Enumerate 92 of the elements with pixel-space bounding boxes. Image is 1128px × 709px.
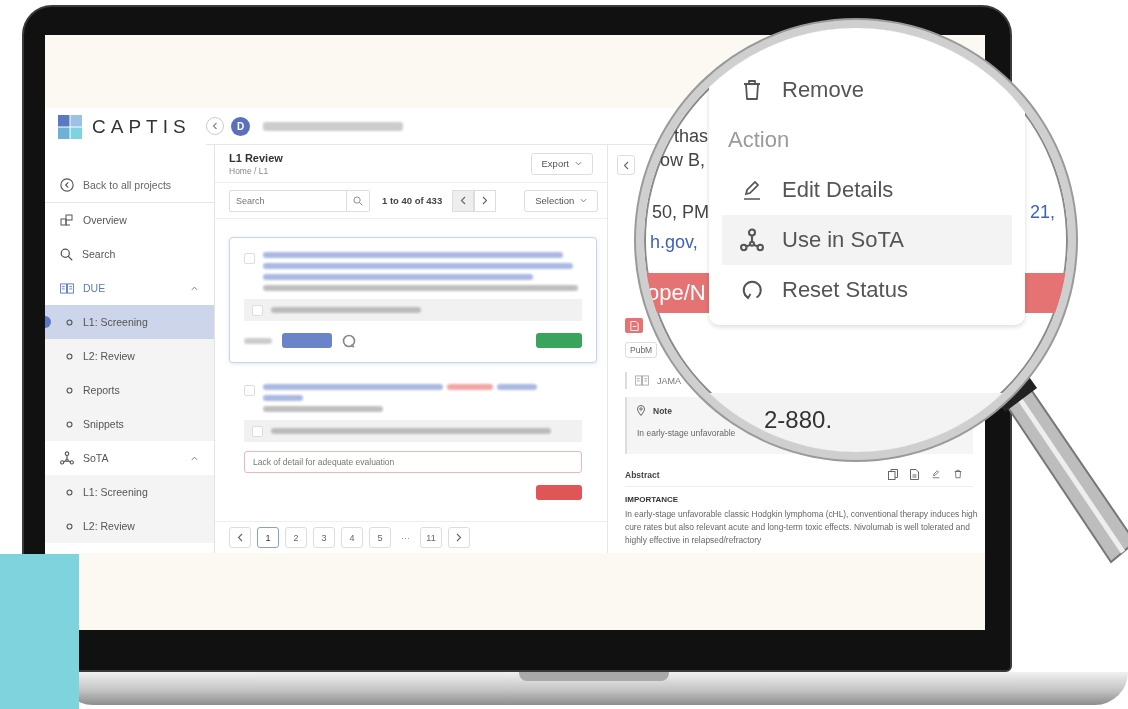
chevron-left-icon	[623, 160, 629, 170]
menu-section-header: Action	[727, 126, 791, 154]
nav-item[interactable]: L2: Review	[45, 339, 214, 373]
previous-button[interactable]	[452, 189, 475, 212]
page-ellipsis: ···	[400, 532, 411, 543]
status-badge[interactable]	[536, 333, 582, 348]
copy-icon	[888, 469, 898, 480]
nav-item[interactable]: Search	[45, 237, 214, 271]
back-button[interactable]	[617, 155, 635, 175]
tag-badge	[282, 333, 332, 348]
chevron-left-icon	[211, 122, 219, 130]
abstract-text: In early-stage unfavorable classic Hodgkin lymphoma (cHL), conventional therapy induces high cure rates but also relevant acute and long-term toxic effects. Nivolumab is well tolerated and highly effective in relapsed/refractory	[625, 508, 979, 547]
chevron-right-icon	[456, 533, 462, 542]
open-book-icon	[635, 375, 649, 386]
nav-item[interactable]: Reports	[45, 373, 214, 407]
checkbox[interactable]	[252, 426, 263, 437]
open-book-icon	[60, 282, 74, 294]
grid-icon	[60, 214, 74, 226]
nav-section[interactable]: SoTA	[45, 441, 214, 475]
abstract-label: Abstract	[625, 469, 660, 480]
selection-button[interactable]: Selection	[524, 189, 599, 212]
back-link[interactable]: Back to all projects	[45, 167, 214, 203]
chevron-down-icon	[580, 198, 588, 203]
checkbox[interactable]	[252, 305, 263, 316]
trash-icon	[953, 469, 963, 479]
nav-item[interactable]: Snippets	[45, 407, 214, 441]
magnified-text: thas	[674, 125, 709, 148]
bullet-icon	[66, 522, 73, 530]
blurred-text	[447, 384, 493, 390]
bullet-icon	[66, 318, 73, 326]
magnified-text: 50, PM	[652, 201, 710, 224]
search-field[interactable]: Search	[229, 189, 347, 212]
bullet-icon	[66, 488, 73, 496]
user-avatar[interactable]: D	[231, 116, 250, 136]
magnified-text: ow B,	[660, 149, 706, 172]
chevron-left-icon	[237, 533, 243, 542]
nav-item[interactable]: Overview	[45, 203, 214, 237]
status-badge[interactable]	[536, 485, 582, 500]
search-icon	[60, 247, 73, 261]
search-button[interactable]	[347, 189, 370, 212]
logo-text: CAPTIS	[92, 115, 191, 138]
page-button[interactable]: 5	[369, 527, 391, 548]
previous-page-button[interactable]	[229, 527, 251, 548]
breadcrumb: Home / L1	[229, 165, 270, 176]
menu-item[interactable]: Use in SoTA	[722, 215, 1012, 265]
bullet-icon	[66, 386, 73, 394]
nav-item[interactable]: L1: Screening	[45, 475, 214, 509]
next-page-button[interactable]	[448, 527, 470, 548]
document-icon	[629, 320, 639, 331]
bullet-icon	[66, 352, 73, 360]
pencil-icon	[931, 469, 941, 479]
record-card[interactable]	[229, 237, 597, 363]
chevron-down-icon	[575, 161, 582, 166]
checkbox[interactable]	[244, 385, 255, 396]
chevron-up-icon	[191, 455, 198, 461]
logo-icon	[58, 114, 82, 139]
chevron-up-icon	[191, 285, 198, 291]
note-text: In early-stage unfavorable	[637, 428, 736, 438]
page-button[interactable]: 1	[257, 527, 279, 548]
location-pin-icon	[637, 405, 645, 416]
page-button[interactable]: 2	[285, 527, 307, 548]
page-button[interactable]: 4	[341, 527, 363, 548]
nav-section[interactable]: DUE	[45, 271, 214, 305]
blurred-text	[263, 395, 303, 401]
refresh-icon	[740, 278, 764, 302]
menu-item[interactable]: Edit Details	[722, 165, 1012, 215]
note-label: Note	[653, 405, 672, 416]
comment-text: Lack of detail for adequate evaluation	[244, 451, 582, 473]
result-range: 1 to 40 of 433	[382, 195, 443, 206]
blurred-text	[497, 384, 537, 390]
blurred-text	[244, 337, 272, 344]
export-button[interactable]: Export	[530, 152, 593, 175]
connected-nodes-icon	[740, 228, 764, 252]
connected-nodes-icon	[60, 451, 74, 465]
nav-item[interactable]: L2: Review	[45, 509, 214, 543]
abstract-heading: IMPORTANCE	[625, 495, 680, 504]
page-button[interactable]: 11	[420, 527, 442, 548]
journal-name: JAMA	[657, 375, 681, 386]
comment-icon	[342, 333, 356, 348]
search-icon	[353, 195, 363, 206]
bullet-icon	[66, 420, 73, 428]
page-title: L1 Review	[229, 151, 283, 164]
chevron-left-icon	[460, 196, 467, 205]
collapse-button[interactable]	[206, 117, 224, 135]
menu-item[interactable]: Remove	[722, 65, 1012, 115]
file-icon	[910, 469, 919, 480]
page-button[interactable]: 3	[313, 527, 335, 548]
chevron-right-icon	[482, 196, 489, 205]
checkbox[interactable]	[244, 253, 255, 264]
magnified-text: 2-880.	[764, 408, 833, 431]
chevron-left-circle-icon	[60, 177, 74, 192]
next-button[interactable]	[474, 189, 497, 212]
